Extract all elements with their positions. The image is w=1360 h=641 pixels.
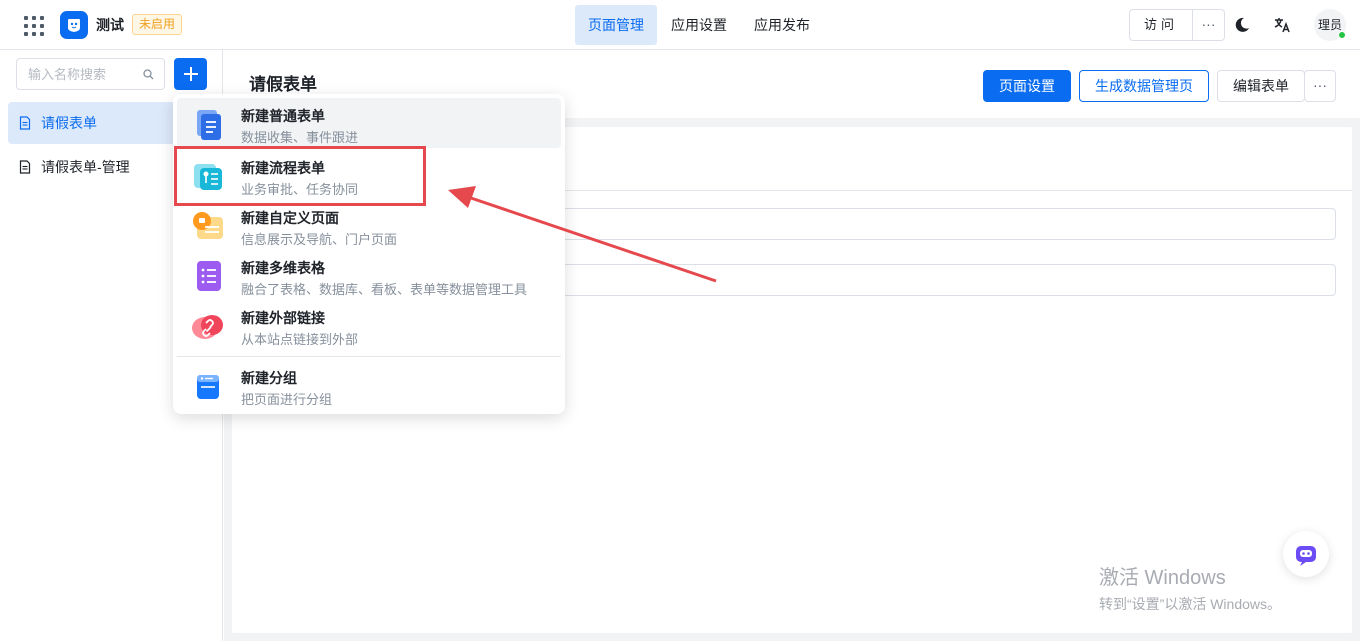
menu-item-desc: 数据收集、事件跟进 xyxy=(241,130,359,145)
app-logo-icon xyxy=(60,11,88,39)
form-icon xyxy=(197,110,221,140)
edit-form-button[interactable]: 编辑表单 xyxy=(1217,70,1305,102)
menu-item-new-form[interactable]: 新建普通表单 数据收集、事件跟进 xyxy=(177,98,561,148)
menu-item-title: 新建分组 xyxy=(241,370,297,386)
avatar[interactable]: 理员 xyxy=(1314,9,1346,41)
menu-item-title: 新建自定义页面 xyxy=(241,210,339,226)
robot-icon xyxy=(1296,546,1316,566)
watermark-title: 激活 Windows xyxy=(1099,567,1226,589)
menu-item-title: 新建多维表格 xyxy=(241,260,325,276)
moon-icon[interactable] xyxy=(1233,16,1251,34)
menu-item-new-external-link[interactable]: 新建外部链接 从本站点链接到外部 xyxy=(177,300,561,350)
app-status-badge: 未启用 xyxy=(132,14,183,35)
menu-item-desc: 融合了表格、数据库、看板、表单等数据管理工具 xyxy=(241,282,528,297)
search-icon xyxy=(143,69,154,80)
tab-app-settings[interactable]: 应用设置 xyxy=(658,5,740,45)
page-title: 请假表单 xyxy=(249,75,317,94)
document-icon xyxy=(19,160,31,174)
document-icon xyxy=(19,116,31,130)
translate-icon[interactable] xyxy=(1272,15,1292,35)
watermark-subtitle: 转到“设置”以激活 Windows。 xyxy=(1099,596,1282,612)
generate-manage-page-button[interactable]: 生成数据管理页 xyxy=(1079,70,1209,102)
menu-item-new-group[interactable]: 新建分组 把页面进行分组 xyxy=(177,360,561,410)
avatar-text: 理员 xyxy=(1317,18,1342,32)
menu-item-title: 新建普通表单 xyxy=(241,108,325,124)
custom-page-icon xyxy=(193,212,223,239)
page-settings-button[interactable]: 页面设置 xyxy=(983,70,1071,102)
search-input[interactable] xyxy=(17,59,137,89)
annotation-highlight-box xyxy=(174,146,426,206)
search-box xyxy=(16,58,165,90)
app-grid-icon[interactable] xyxy=(22,14,44,36)
app-name: 测试 xyxy=(96,17,124,33)
visit-more-button[interactable]: ··· xyxy=(1193,10,1224,40)
plus-icon xyxy=(183,67,198,81)
link-icon xyxy=(192,315,223,339)
menu-item-title: 新建外部链接 xyxy=(241,310,325,326)
menu-item-new-multi-table[interactable]: 新建多维表格 融合了表格、数据库、看板、表单等数据管理工具 xyxy=(177,250,561,300)
menu-item-desc: 信息展示及导航、门户页面 xyxy=(241,232,398,247)
table-icon xyxy=(197,261,221,291)
menu-item-desc: 从本站点链接到外部 xyxy=(241,332,359,347)
menu-item-new-custom-page[interactable]: 新建自定义页面 信息展示及导航、门户页面 xyxy=(177,200,561,250)
menu-divider xyxy=(177,356,561,357)
ai-assistant-button[interactable] xyxy=(1283,531,1329,577)
windows-activation-watermark: 激活 Windows 转到“设置”以激活 Windows。 xyxy=(1099,561,1281,614)
online-status-dot xyxy=(1338,31,1346,39)
group-icon xyxy=(197,375,219,399)
more-button[interactable]: ··· xyxy=(1304,70,1336,102)
tab-page-management[interactable]: 页面管理 xyxy=(575,5,657,45)
new-page-dropdown: 新建普通表单 数据收集、事件跟进 新建流程表单 业务审批、任务协同 新建自定义页… xyxy=(173,94,565,414)
visit-group: 访问 ··· xyxy=(1129,9,1225,41)
sidebar-item-label: 请假表单 xyxy=(41,115,97,131)
nav-tabs: 页面管理 应用设置 应用发布 xyxy=(575,5,824,45)
top-bar: 测试 未启用 页面管理 应用设置 应用发布 访问 ··· 理员 xyxy=(0,0,1360,50)
tab-app-publish[interactable]: 应用发布 xyxy=(741,5,823,45)
menu-item-desc: 把页面进行分组 xyxy=(241,392,333,407)
sidebar-item-label: 请假表单-管理 xyxy=(41,159,130,175)
visit-button[interactable]: 访问 xyxy=(1130,10,1193,40)
add-page-button[interactable] xyxy=(174,58,207,90)
